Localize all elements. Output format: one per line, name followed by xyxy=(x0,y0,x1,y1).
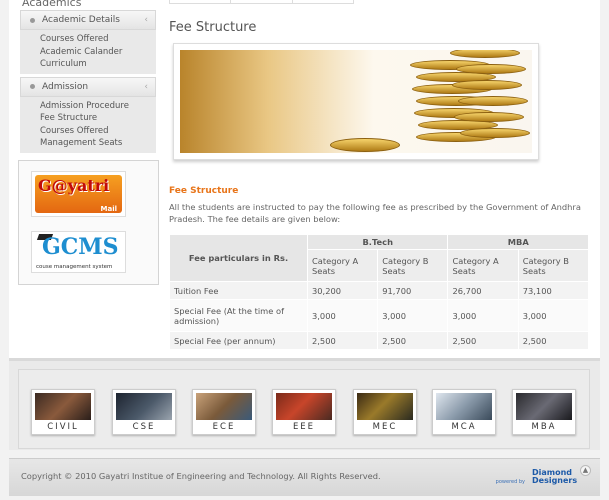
chevron-left-icon: ‹ xyxy=(144,81,148,92)
row-label: Special Fee (per annum) xyxy=(169,331,308,350)
intro-text: All the students are instructed to pay t… xyxy=(169,202,581,224)
dept-tile-civil[interactable]: CIVIL xyxy=(31,389,95,435)
menu-item-curriculum[interactable]: Curriculum xyxy=(40,58,156,71)
top-tab-bar xyxy=(169,0,354,4)
row-label: Special Fee (At the time of admission) xyxy=(169,299,308,332)
dept-tile-eee[interactable]: EEE xyxy=(272,389,336,435)
table-cell: 73,100 xyxy=(517,281,590,300)
menu-items-academic: Courses Offered Academic Calander Curric… xyxy=(20,30,156,74)
menu-item-fee-structure[interactable]: Fee Structure xyxy=(40,112,156,125)
table-cell: 2,500 xyxy=(377,331,449,350)
table-cell: 2,500 xyxy=(447,331,519,350)
subheader-cell: Category B Seats xyxy=(517,249,590,282)
menu-item-courses-offered-2[interactable]: Courses Offered xyxy=(40,125,156,138)
menu-items-admission: Admission Procedure Fee Structure Course… xyxy=(20,96,156,153)
gayatri-mail-logo[interactable]: G@yatri Mail xyxy=(31,171,126,217)
departments-strip: CIVIL CSE ECE EEE MEC MCA MBA xyxy=(9,358,600,450)
footer: Copyright © 2010 Gayatri Institue of Eng… xyxy=(9,458,600,496)
table-cell: 3,000 xyxy=(517,299,590,332)
fee-table: Fee particulars in Rs. B.Tech MBA Catego… xyxy=(169,234,590,350)
menu-section-admission[interactable]: Admission ‹ xyxy=(20,76,156,97)
menu-item-admission-procedure[interactable]: Admission Procedure xyxy=(40,100,156,113)
menu-item-academic-calander[interactable]: Academic Calander xyxy=(40,46,156,59)
fee-particulars-header: Fee particulars in Rs. xyxy=(169,234,308,282)
bullet-icon xyxy=(30,17,35,23)
table-cell: 2,500 xyxy=(306,331,379,350)
sidebar-title: Academics xyxy=(22,0,82,9)
menu-item-courses-offered[interactable]: Courses Offered xyxy=(40,33,156,46)
group-header-mba: MBA xyxy=(447,234,589,250)
coins-banner-image xyxy=(173,43,539,160)
dept-tile-mec[interactable]: MEC xyxy=(353,389,417,435)
chevron-left-icon: ‹ xyxy=(144,15,148,25)
menu-section-academic-details[interactable]: Academic Details ‹ xyxy=(20,10,156,30)
designer-logo[interactable]: Diamond Designers xyxy=(532,469,577,485)
sidebar-menu: Academic Details ‹ Courses Offered Acade… xyxy=(20,10,156,156)
copyright-text: Copyright © 2010 Gayatri Institue of Eng… xyxy=(21,471,381,481)
page-title: Fee Structure xyxy=(169,20,257,35)
table-cell: 26,700 xyxy=(447,281,519,300)
sidebar-logos-box: G@yatri Mail GCMS couse management syste… xyxy=(18,160,159,285)
powered-by-text: powered by xyxy=(495,479,525,485)
table-cell: 2,500 xyxy=(517,331,590,350)
bullet-icon xyxy=(30,84,35,89)
table-row: Tuition Fee 30,200 91,700 26,700 73,100 xyxy=(169,281,590,300)
table-cell: 3,000 xyxy=(447,299,519,332)
scroll-to-top-icon[interactable]: ▲ xyxy=(580,465,591,476)
table-cell: 3,000 xyxy=(377,299,449,332)
dept-tile-mca[interactable]: MCA xyxy=(432,389,496,435)
table-row: Special Fee (per annum) 2,500 2,500 2,50… xyxy=(169,331,590,350)
row-label: Tuition Fee xyxy=(169,281,308,300)
subheader-cell: Category B Seats xyxy=(377,249,449,282)
table-cell: 91,700 xyxy=(377,281,449,300)
subheader-cell: Category A Seats xyxy=(447,249,519,282)
table-cell: 30,200 xyxy=(306,281,379,300)
gcms-logo[interactable]: GCMS couse management system xyxy=(31,231,126,273)
subheader-cell: Category A Seats xyxy=(306,249,379,282)
section-title: Fee Structure xyxy=(169,186,239,196)
table-cell: 3,000 xyxy=(306,299,379,332)
dept-tile-ece[interactable]: ECE xyxy=(192,389,256,435)
group-header-btech: B.Tech xyxy=(306,234,449,250)
table-row: Special Fee (At the time of admission) 3… xyxy=(169,299,590,332)
dept-tile-mba[interactable]: MBA xyxy=(512,389,576,435)
dept-tile-cse[interactable]: CSE xyxy=(112,389,176,435)
menu-item-management-seats[interactable]: Management Seats xyxy=(40,137,156,150)
